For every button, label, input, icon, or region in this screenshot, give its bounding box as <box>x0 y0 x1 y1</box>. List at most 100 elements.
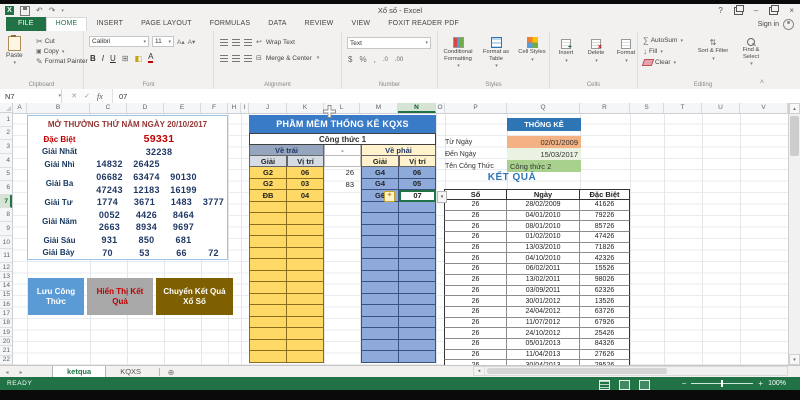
right-giai-cell[interactable] <box>361 271 399 283</box>
mid-value-cell[interactable] <box>324 328 361 340</box>
left-giai-cell[interactable] <box>249 271 287 283</box>
column-header-Q[interactable]: Q <box>507 103 580 113</box>
zoom-out-icon[interactable]: − <box>682 377 687 390</box>
ribbon-tab-home[interactable]: HOME <box>46 17 88 31</box>
left-vitri-cell[interactable] <box>287 213 324 225</box>
right-vitri-cell[interactable]: 05 <box>399 179 436 191</box>
formula-input[interactable]: 07 <box>113 89 800 103</box>
increase-decimal-icon[interactable]: .0 <box>383 57 388 63</box>
row-header-17[interactable]: 17 <box>0 309 12 318</box>
help-icon[interactable]: ? <box>718 6 722 15</box>
right-giai-cell[interactable] <box>361 294 399 306</box>
column-header-B[interactable]: B <box>27 103 90 113</box>
right-giai-cell[interactable] <box>361 225 399 237</box>
mid-value-cell[interactable] <box>324 351 361 363</box>
right-giai-cell[interactable] <box>361 213 399 225</box>
row-header-7[interactable]: 7 <box>0 195 12 209</box>
align-right-icon[interactable] <box>244 55 252 62</box>
mid-value-cell[interactable]: 83 <box>324 179 361 191</box>
column-header-C[interactable]: C <box>90 103 127 113</box>
column-header-U[interactable]: U <box>702 103 740 113</box>
mid-value-cell[interactable] <box>324 213 361 225</box>
ribbon-tab-foxit-reader-pdf[interactable]: FOXIT READER PDF <box>379 17 468 31</box>
left-giai-cell[interactable] <box>249 294 287 306</box>
restore-icon[interactable] <box>769 7 778 15</box>
row-header-20[interactable]: 20 <box>0 337 12 346</box>
right-giai-cell[interactable] <box>361 236 399 248</box>
action-button-3[interactable]: Chuyển Kết Quả Xổ Số <box>156 278 233 315</box>
column-header-K[interactable]: K <box>287 103 324 113</box>
merge-center-icon[interactable]: ⊟ <box>256 54 262 62</box>
borders-icon[interactable]: ⊞ <box>122 54 129 63</box>
column-header-O[interactable]: O <box>436 103 445 113</box>
autosum-button[interactable]: ∑ AutoSum ▾ <box>643 36 683 45</box>
column-header-A[interactable]: A <box>13 103 27 113</box>
copy-button[interactable]: ▣ Copy ▾ <box>36 47 88 56</box>
row-header-13[interactable]: 13 <box>0 272 12 281</box>
from-date-value[interactable]: 02/01/2009 <box>507 136 581 148</box>
align-left-icon[interactable] <box>220 55 228 62</box>
shrink-font-icon[interactable]: A▾ <box>188 38 196 46</box>
row-header-11[interactable]: 11 <box>0 249 12 263</box>
scroll-up-icon[interactable]: ▴ <box>789 103 800 114</box>
left-vitri-cell[interactable] <box>287 328 324 340</box>
mid-value-cell[interactable] <box>324 225 361 237</box>
row-header-5[interactable]: 5 <box>0 168 12 182</box>
right-giai-cell[interactable] <box>361 317 399 329</box>
zoom-slider-thumb[interactable] <box>721 380 723 387</box>
right-giai-cell[interactable] <box>361 305 399 317</box>
cancel-icon[interactable]: ✕ <box>71 92 77 100</box>
right-giai-cell[interactable] <box>361 202 399 214</box>
right-vitri-cell[interactable] <box>399 248 436 260</box>
format-cells-button[interactable]: Format ▾ <box>612 39 640 64</box>
right-vitri-cell-selected[interactable]: 07 <box>399 190 436 202</box>
left-vitri-cell[interactable]: 03 <box>287 179 324 191</box>
ribbon-tab-view[interactable]: VIEW <box>343 17 380 31</box>
ribbon-tab-data[interactable]: DATA <box>259 17 295 31</box>
right-giai-cell[interactable] <box>361 351 399 363</box>
mid-value-cell[interactable] <box>324 236 361 248</box>
right-vitri-cell[interactable] <box>399 213 436 225</box>
insert-function-icon[interactable]: fx <box>97 92 103 101</box>
find-select-button[interactable]: Find & Select ▾ <box>734 38 768 67</box>
column-header-P[interactable]: P <box>445 103 507 113</box>
right-vitri-cell[interactable] <box>399 225 436 237</box>
left-vitri-cell[interactable] <box>287 202 324 214</box>
row-header-18[interactable]: 18 <box>0 319 12 328</box>
left-vitri-cell[interactable]: 06 <box>287 167 324 179</box>
mid-value-cell[interactable] <box>324 190 361 202</box>
left-giai-cell[interactable] <box>249 340 287 352</box>
cell-styles-button[interactable]: Cell Styles ▾ <box>516 37 548 69</box>
action-button-2[interactable]: Hiển Thị Kết Quả <box>87 278 153 315</box>
column-header-J[interactable]: J <box>249 103 287 113</box>
mid-value-cell[interactable]: 26 <box>324 167 361 179</box>
insert-cells-button[interactable]: Insert ▾ <box>552 39 580 64</box>
name-box-dropdown-icon[interactable]: ▾ <box>58 93 61 99</box>
column-header-T[interactable]: T <box>664 103 702 113</box>
left-vitri-cell[interactable] <box>287 259 324 271</box>
number-format-select[interactable]: Text▾ <box>347 37 431 49</box>
right-giai-cell[interactable]: G6✦ <box>361 190 399 202</box>
zoom-in-icon[interactable]: + <box>758 377 763 390</box>
right-vitri-cell[interactable] <box>399 305 436 317</box>
row-header-9[interactable]: 9 <box>0 222 12 236</box>
left-vitri-cell[interactable] <box>287 271 324 283</box>
underline-button[interactable]: U <box>110 54 116 63</box>
right-vitri-cell[interactable] <box>399 282 436 294</box>
mid-value-cell[interactable] <box>324 294 361 306</box>
column-header-I[interactable]: I <box>241 103 249 113</box>
ribbon-tab-page-layout[interactable]: PAGE LAYOUT <box>132 17 201 31</box>
grow-font-icon[interactable]: A▴ <box>177 38 185 46</box>
row-header-16[interactable]: 16 <box>0 300 12 309</box>
align-center-icon[interactable] <box>232 55 240 62</box>
paste-button[interactable]: Paste ▾ <box>6 36 23 66</box>
left-giai-cell[interactable] <box>249 351 287 363</box>
italic-button[interactable]: I <box>102 54 104 63</box>
left-vitri-cell[interactable] <box>287 294 324 306</box>
left-giai-cell[interactable] <box>249 305 287 317</box>
wrap-text-button[interactable]: Wrap Text <box>266 39 295 46</box>
left-vitri-cell[interactable] <box>287 236 324 248</box>
minimize-icon[interactable]: – <box>754 6 758 15</box>
row-header-6[interactable]: 6 <box>0 181 12 195</box>
horizontal-scrollbar[interactable]: ◂ <box>473 366 788 376</box>
